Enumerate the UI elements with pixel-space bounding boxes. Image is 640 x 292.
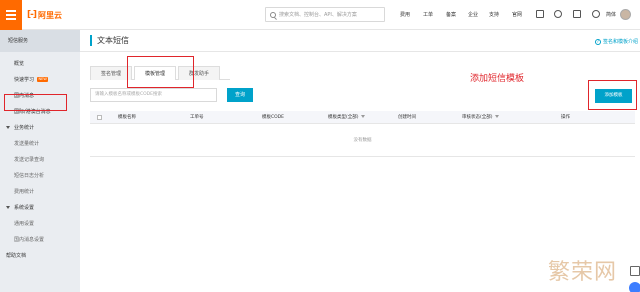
search-placeholder: 搜索文档、控制台、API、解决方案 xyxy=(279,12,357,18)
highlight-box-domestic-messages xyxy=(4,94,67,111)
help-link-label: 签名和模板介绍 xyxy=(602,39,638,45)
sidebar-group-business-stats[interactable]: 业务统计 xyxy=(0,120,80,136)
nav-ticket[interactable]: 工单 xyxy=(423,11,433,18)
question-icon: ? xyxy=(594,38,601,45)
column-ticket-number: 工单号 xyxy=(190,115,204,120)
sidebar-item-send-volume[interactable]: 发送量统计 xyxy=(0,136,80,152)
filter-icon[interactable] xyxy=(360,115,365,118)
tab-signature-management[interactable]: 签名管理 xyxy=(90,66,132,80)
sidebar-item-label: 短信日志分析 xyxy=(14,173,45,179)
sidebar-item-send-records[interactable]: 发送记录查询 xyxy=(0,152,80,168)
sidebar-item-label: 发送记录查询 xyxy=(14,157,45,163)
aliyun-logo[interactable]: [-] 阿里云 xyxy=(27,8,62,22)
sidebar-item-label: 概览 xyxy=(14,61,25,67)
sidebar-item-label: 发送量统计 xyxy=(14,141,40,147)
nav-fees[interactable]: 费用 xyxy=(400,11,410,18)
sidebar-item-cost-stats[interactable]: 费用统计 xyxy=(0,184,80,200)
select-all-checkbox[interactable] xyxy=(97,115,102,120)
table-header: 模板名称 工单号 模板CODE 模板类型(全部) 创建时间 审核状态(全部) 操… xyxy=(90,111,635,124)
global-search-input[interactable]: 搜索文档、控制台、API、解决方案 xyxy=(265,7,385,22)
column-review-status[interactable]: 审核状态(全部) xyxy=(462,111,499,124)
new-badge: NEW xyxy=(37,77,49,82)
chat-bubble-icon[interactable] xyxy=(629,282,640,292)
sidebar-item-label: 国内消息设置 xyxy=(14,237,45,243)
notification-bell-icon[interactable] xyxy=(554,10,562,18)
language-switch[interactable]: 简体 xyxy=(606,11,616,18)
top-bar: [-] 阿里云 搜索文档、控制台、API、解决方案 费用 工单 备案 企业 支持… xyxy=(0,0,640,30)
logo-mark-icon: [-] xyxy=(27,10,37,20)
sidebar-item-label: 业务统计 xyxy=(14,125,35,131)
highlight-box-template-tab xyxy=(127,56,194,88)
template-search-input[interactable]: 请输入模板名称或模板CODE搜索 xyxy=(90,88,217,102)
sidebar-item-quick-start[interactable]: 快速学习 NEW xyxy=(0,72,80,88)
watermark: 繁荣网 xyxy=(548,260,618,285)
sidebar-item-domestic-settings[interactable]: 国内消息设置 xyxy=(0,232,80,248)
sidebar-item-general-settings[interactable]: 通用设置 xyxy=(0,216,80,232)
page-header: 文本短信 ? 签名和模板介绍 xyxy=(80,30,640,52)
nav-official-site[interactable]: 官网 xyxy=(512,11,522,18)
column-actions: 操作 xyxy=(561,115,570,120)
sidebar-header: 短信服务 xyxy=(0,30,80,52)
user-avatar[interactable] xyxy=(620,9,631,20)
annotation-text: 添加短信模板 xyxy=(470,74,525,84)
column-created-time: 创建时间 xyxy=(398,115,416,120)
column-template-type[interactable]: 模板类型(全部) xyxy=(328,111,365,124)
empty-table-message: 没有数据 xyxy=(90,124,635,157)
nav-support[interactable]: 支持 xyxy=(489,11,499,18)
column-template-code: 模板CODE xyxy=(262,115,284,120)
search-icon xyxy=(270,11,276,18)
sidebar-item-label: 快速学习 xyxy=(14,77,35,83)
sidebar-item-label: 帮助文档 xyxy=(6,253,27,259)
query-button[interactable]: 查询 xyxy=(227,88,253,102)
menu-icon[interactable] xyxy=(0,0,22,30)
caret-down-icon xyxy=(6,206,10,209)
help-icon[interactable] xyxy=(592,10,600,18)
column-label: 审核状态(全部) xyxy=(462,115,493,120)
column-label: 模板类型(全部) xyxy=(328,115,359,120)
sidebar-item-label: 通用设置 xyxy=(14,221,35,227)
sidebar-item-label: 费用统计 xyxy=(14,189,35,195)
sidebar-item-log-analysis[interactable]: 短信日志分析 xyxy=(0,168,80,184)
sidebar-item-overview[interactable]: 概览 xyxy=(0,56,80,72)
sidebar-group-system-settings[interactable]: 系统设置 xyxy=(0,200,80,216)
nav-enterprise[interactable]: 企业 xyxy=(468,11,478,18)
logo-text: 阿里云 xyxy=(37,10,62,20)
sidebar-item-help-docs[interactable]: 帮助文档 xyxy=(0,248,80,264)
caret-down-icon xyxy=(6,126,10,129)
column-template-name: 模板名称 xyxy=(118,115,136,120)
cart-icon[interactable] xyxy=(573,10,581,18)
page-title: 文本短信 xyxy=(90,35,129,46)
sidebar-item-label: 系统设置 xyxy=(14,205,35,211)
nav-icp[interactable]: 备案 xyxy=(446,11,456,18)
help-link[interactable]: ? 签名和模板介绍 xyxy=(594,38,638,45)
filter-icon[interactable] xyxy=(494,115,499,118)
highlight-box-add-template xyxy=(588,80,637,110)
feedback-icon[interactable] xyxy=(630,266,640,276)
terminal-icon[interactable] xyxy=(536,10,544,18)
sidebar: 短信服务 概览 快速学习 NEW 国内消息 国际/港澳台消息 业务统计 发送量统计… xyxy=(0,30,80,292)
